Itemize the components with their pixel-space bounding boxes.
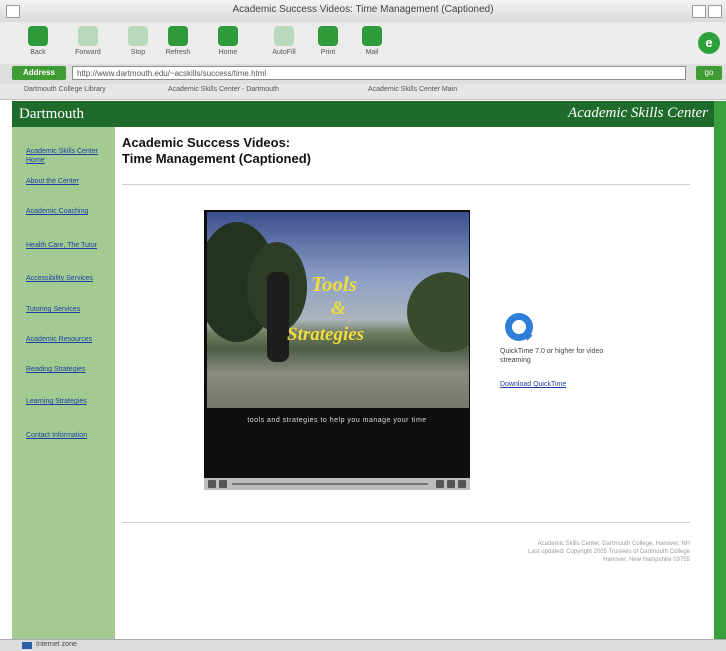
footer-line: Hanover, New Hampshire 03755	[603, 557, 690, 563]
window-title-bar: Academic Success Videos: Time Management…	[0, 0, 726, 23]
sidebar-item-resources[interactable]: Academic Resources	[26, 335, 110, 344]
stop-icon	[128, 26, 148, 46]
bookmark-item[interactable]: Academic Skills Center Main	[368, 86, 457, 93]
stop-label: Stop	[130, 49, 146, 56]
video-title-text: Tools	[311, 272, 357, 296]
home-label: Home	[218, 49, 238, 56]
quicktime-requirement-text: QuickTime 7.0 or higher for video stream…	[500, 348, 604, 364]
menu-icon[interactable]	[458, 480, 466, 488]
divider	[122, 522, 690, 523]
dartmouth-logo[interactable]: Dartmouth	[19, 106, 84, 123]
video-progress-bar[interactable]	[232, 483, 428, 485]
sidebar-item-home[interactable]: Academic Skills Center Home	[26, 147, 110, 165]
video-controls[interactable]	[204, 478, 470, 490]
sidebar-item-reading[interactable]: Reading Strategies	[26, 365, 110, 374]
internet-zone-icon	[22, 642, 32, 649]
forward-button[interactable]: Forward	[66, 26, 110, 56]
quicktime-icon-inner	[512, 320, 526, 334]
sidebar-item-about[interactable]: About the Center	[26, 177, 110, 186]
divider	[122, 184, 690, 185]
sidebar-nav: Academic Skills Center Home About the Ce…	[12, 127, 115, 639]
bookmark-item[interactable]: Academic Skills Center - Dartmouth	[168, 86, 279, 93]
forward-label: Forward	[75, 49, 101, 56]
window-minimize-button[interactable]	[692, 5, 706, 18]
window-zoom-button[interactable]	[708, 5, 722, 18]
footer-line: Last updated: Copyright 2005 Trustees of…	[528, 549, 690, 555]
go-button[interactable]: go	[696, 66, 722, 80]
page-footer: Academic Skills Center, Dartmouth Colleg…	[360, 540, 690, 564]
sidebar-item-contact[interactable]: Contact Information	[26, 431, 110, 440]
quicktime-icon-tail	[522, 330, 533, 341]
location-bar: Address http://www.dartmouth.edu/~acskil…	[0, 64, 726, 85]
bookmark-item[interactable]: Dartmouth College Library	[24, 86, 106, 93]
refresh-icon	[168, 26, 188, 46]
quicktime-icon[interactable]	[505, 313, 533, 341]
window-title: Academic Success Videos: Time Management…	[232, 4, 494, 15]
video-player[interactable]: Tools & Strategies tools and strategies …	[204, 210, 470, 478]
vertical-scrollbar[interactable]	[714, 101, 726, 639]
print-icon	[318, 26, 338, 46]
back-label: Back	[30, 49, 46, 56]
back-button[interactable]: Back	[16, 26, 60, 56]
mail-label: Mail	[365, 49, 379, 56]
play-icon[interactable]	[219, 480, 227, 488]
footer-line: Academic Skills Center, Dartmouth Colleg…	[537, 541, 690, 547]
sidebar-item-learning[interactable]: Learning Strategies	[26, 397, 110, 406]
fast-forward-icon[interactable]	[447, 480, 455, 488]
back-arrow-icon	[28, 26, 48, 46]
sidebar-item-accessibility[interactable]: Accessibility Services	[26, 274, 110, 283]
mail-button[interactable]: Mail	[350, 26, 394, 56]
autofill-button[interactable]: AutoFill	[262, 26, 306, 56]
refresh-button[interactable]: Refresh	[156, 26, 200, 56]
video-caption: tools and strategies to help you manage …	[247, 417, 427, 424]
department-name[interactable]: Academic Skills Center	[568, 105, 708, 122]
stop-button[interactable]: Stop	[116, 26, 160, 56]
print-label: Print	[320, 49, 336, 56]
home-icon	[218, 26, 238, 46]
video-title-text: Strategies	[287, 324, 365, 345]
autofill-label: AutoFill	[272, 49, 296, 56]
status-bar: Internet zone	[0, 639, 726, 651]
rewind-icon[interactable]	[436, 480, 444, 488]
sidebar-item-tutoring[interactable]: Tutoring Services	[26, 305, 110, 314]
page-title-line1: Academic Success Videos:	[122, 135, 291, 150]
tree-shape	[407, 272, 469, 352]
url-input[interactable]: http://www.dartmouth.edu/~acskills/succe…	[72, 66, 686, 80]
forward-arrow-icon	[78, 26, 98, 46]
refresh-label: Refresh	[165, 49, 191, 56]
quicktime-download-link[interactable]: Download QuickTime	[500, 381, 566, 388]
person-shape	[267, 272, 289, 362]
browser-throbber-icon: e	[698, 32, 720, 54]
volume-icon[interactable]	[208, 480, 216, 488]
page-title: Academic Success Videos: Time Management…	[122, 135, 311, 167]
home-button[interactable]: Home	[206, 26, 250, 56]
mail-icon	[362, 26, 382, 46]
browser-toolbar: Back Forward Stop Refresh Home AutoFill …	[0, 22, 726, 65]
bookmarks-bar: Dartmouth College Library Academic Skill…	[0, 84, 726, 100]
site-header: Dartmouth Academic Skills Center	[12, 101, 714, 127]
address-label: Address	[12, 66, 66, 80]
sidebar-item-coaching[interactable]: Academic Coaching	[26, 207, 110, 216]
page-title-line2: Time Management (Captioned)	[122, 151, 312, 166]
status-text: Internet zone	[36, 641, 77, 648]
video-title-text: &	[331, 298, 346, 319]
sidebar-item-health[interactable]: Health Care, The Tutor	[26, 241, 110, 250]
print-button[interactable]: Print	[306, 26, 350, 56]
autofill-icon	[274, 26, 294, 46]
video-frame: Tools & Strategies	[207, 212, 469, 408]
